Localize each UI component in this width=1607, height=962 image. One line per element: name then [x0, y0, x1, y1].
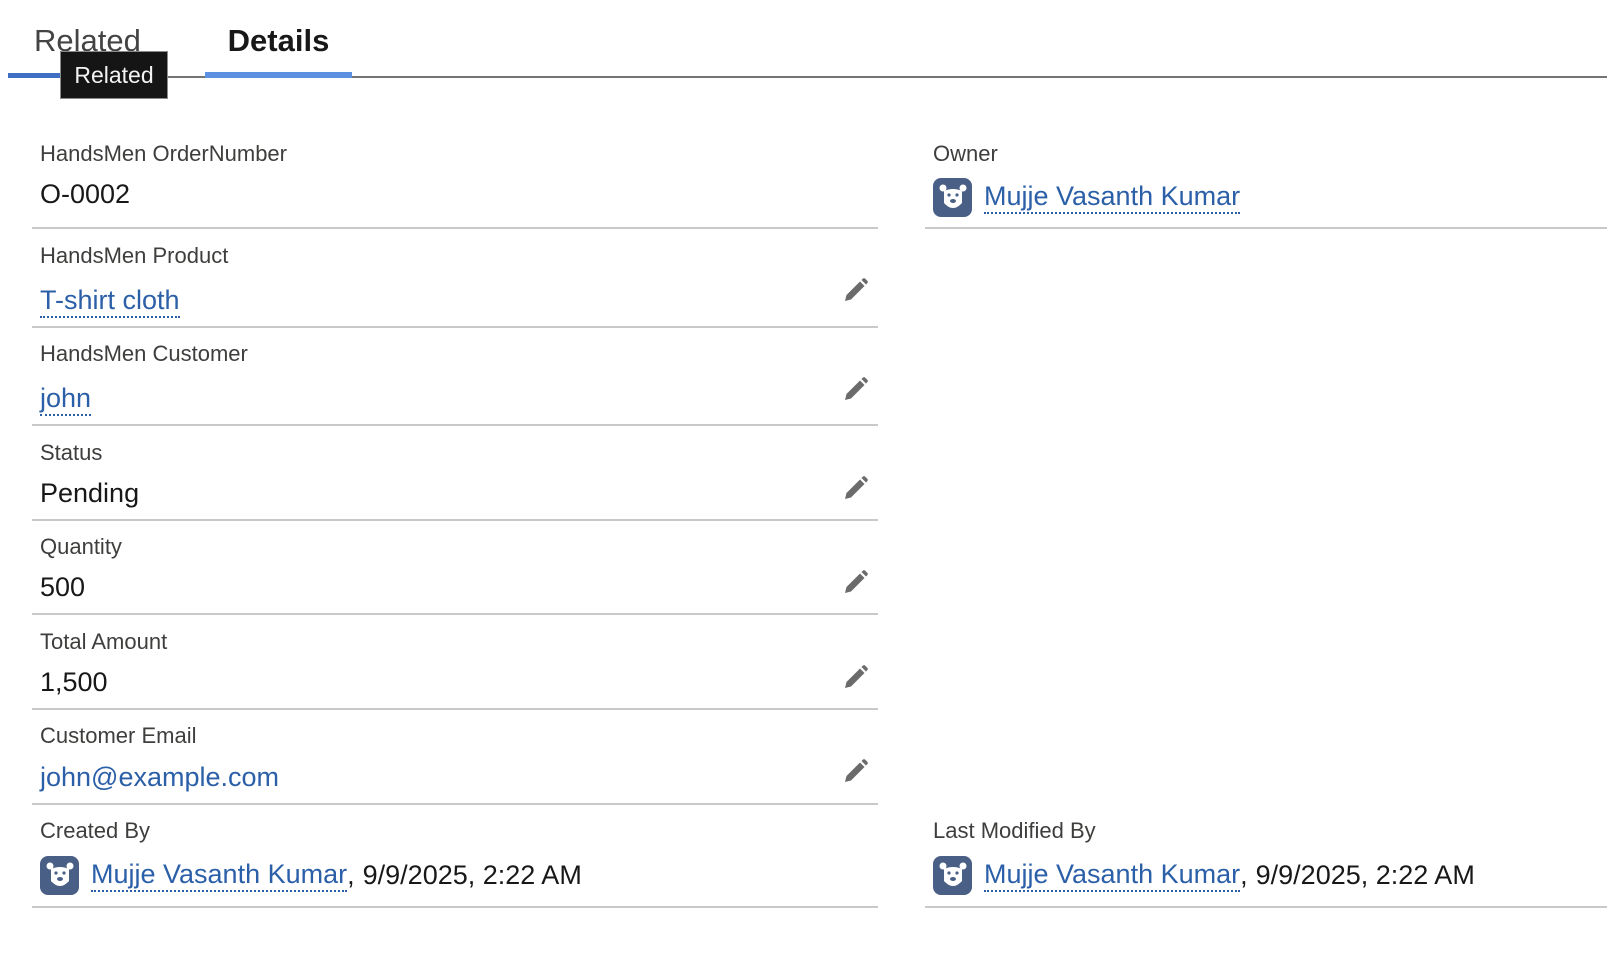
tooltip: Related	[60, 51, 168, 99]
tab-details-label: Details	[227, 23, 330, 58]
field-owner: Owner Mujje Vasanth Kumar	[925, 134, 1607, 229]
bear-avatar-icon	[933, 178, 972, 217]
field-label: Customer Email	[40, 723, 197, 748]
last-modified-by-date: 9/9/2025, 2:22 AM	[1255, 860, 1475, 890]
tab-details[interactable]: Details	[205, 18, 352, 76]
pencil-icon	[845, 278, 868, 301]
pencil-icon	[845, 665, 868, 688]
pencil-icon	[845, 570, 868, 593]
edit-total-amount-button[interactable]	[840, 663, 870, 693]
tooltip-text: Related	[74, 61, 154, 88]
field-label: Owner	[933, 141, 998, 166]
tab-details-active-indicator	[205, 72, 352, 78]
field-order-number: HandsMen OrderNumber O-0002	[32, 134, 878, 229]
tab-related-hover-indicator	[8, 73, 60, 78]
last-modified-by-value: Mujje Vasanth Kumar , 9/9/2025, 2:22 AM	[933, 856, 1475, 895]
bear-avatar-icon	[933, 856, 972, 895]
owner-link[interactable]: Mujje Vasanth Kumar	[984, 181, 1241, 215]
edit-quantity-button[interactable]	[840, 568, 870, 598]
field-label: HandsMen Customer	[40, 341, 248, 366]
created-by-value: Mujje Vasanth Kumar , 9/9/2025, 2:22 AM	[40, 856, 582, 895]
field-label: HandsMen Product	[40, 243, 229, 268]
order-number-value: O-0002	[40, 179, 131, 209]
field-quantity: Quantity 500	[32, 528, 878, 615]
field-customer: HandsMen Customer john	[32, 335, 878, 426]
field-total-amount: Total Amount 1,500	[32, 623, 878, 710]
field-last-modified-by: Last Modified By Mujje Vasanth Kumar , 9…	[925, 812, 1607, 908]
field-label: Total Amount	[40, 629, 168, 654]
created-by-user-link[interactable]: Mujje Vasanth Kumar	[91, 859, 348, 893]
customer-email-link[interactable]: john@example.com	[40, 762, 279, 793]
owner-value: Mujje Vasanth Kumar	[933, 178, 1241, 217]
created-by-date: 9/9/2025, 2:22 AM	[362, 860, 582, 890]
last-modified-by-user-link[interactable]: Mujje Vasanth Kumar	[984, 859, 1241, 893]
edit-product-button[interactable]	[840, 276, 870, 306]
tab-bar: Related Details Related	[0, 0, 1607, 99]
edit-customer-button[interactable]	[840, 375, 870, 405]
customer-value: john	[40, 383, 92, 417]
edit-status-button[interactable]	[840, 474, 870, 504]
pencil-icon	[845, 377, 868, 400]
field-label: Created By	[40, 818, 151, 843]
field-label: Quantity	[40, 534, 122, 559]
pencil-icon	[845, 476, 868, 499]
field-label: Last Modified By	[933, 818, 1096, 843]
field-created-by: Created By Mujje Vasanth Kumar , 9/9/202…	[32, 812, 878, 908]
field-customer-email: Customer Email john@example.com	[32, 717, 878, 805]
field-status: Status Pending	[32, 434, 878, 521]
field-product: HandsMen Product T-shirt cloth	[32, 236, 878, 328]
customer-email-value: john@example.com	[40, 762, 279, 793]
product-value: T-shirt cloth	[40, 285, 180, 319]
edit-customer-email-button[interactable]	[840, 757, 870, 787]
bear-avatar-icon	[40, 856, 79, 895]
field-label: HandsMen OrderNumber	[40, 141, 287, 166]
customer-link[interactable]: john	[40, 383, 92, 417]
last-modified-by-separator: ,	[1240, 860, 1248, 890]
field-label: Status	[40, 440, 103, 465]
pencil-icon	[845, 759, 868, 782]
status-value: Pending	[40, 478, 140, 508]
created-by-separator: ,	[347, 860, 355, 890]
quantity-value: 500	[40, 572, 86, 602]
product-link[interactable]: T-shirt cloth	[40, 285, 180, 319]
total-amount-value: 1,500	[40, 667, 108, 697]
